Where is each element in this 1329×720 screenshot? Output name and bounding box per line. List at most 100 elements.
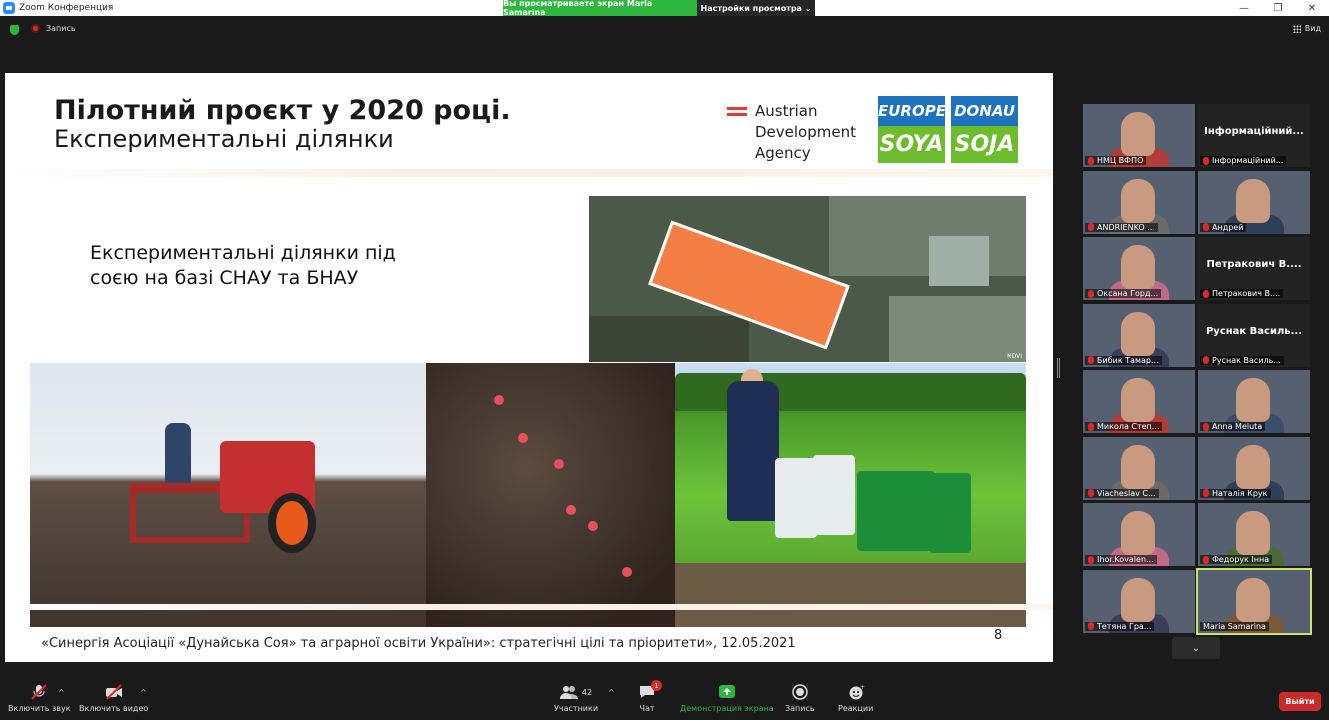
participant-tile[interactable]: Руснак Василь... Руснак Василь... [1198,303,1310,367]
chat-button[interactable]: 1 Чат [638,680,662,713]
share-screen-icon [718,685,735,698]
view-label: Вид [1304,24,1321,33]
participants-button[interactable]: 42 Участники [554,684,598,713]
participant-name-label: Ihor.Kovalen... [1085,555,1157,564]
participant-tile[interactable]: Петракович В.... Петракович В.... [1198,237,1310,300]
participant-tile[interactable]: ANDRIENKO ... [1083,170,1195,234]
participant-display-name: Інформаційний... [1204,126,1304,137]
participant-video-feed [1121,112,1155,156]
security-shield-icon[interactable] [10,25,19,35]
muted-mic-icon [1088,289,1094,298]
chat-badge: 1 [651,680,662,691]
participant-name: Бибик Тамар... [1097,355,1159,365]
meeting-topbar: Запись Вид [0,16,1329,44]
participant-name: Anna Meluta [1212,422,1263,431]
chat-label: Чат [639,704,655,713]
participant-name-label: Руснак Василь... [1200,355,1284,365]
muted-mic-icon [31,684,47,700]
muted-mic-icon [1203,289,1209,298]
slide-title: Пілотний проєкт у 2020 році. [54,95,511,126]
muted-mic-icon [1203,156,1209,165]
leave-meeting-button[interactable]: Выйти [1279,692,1321,711]
participant-name-label: Андрей [1200,222,1247,232]
participants-options-caret[interactable]: ^ [608,688,615,697]
slide-body-text: Експериментальні ділянки під соєю на баз… [90,242,396,289]
view-options-button[interactable]: Настройки просмотра ⌄ [697,0,815,16]
video-off-icon [105,684,122,700]
aerial-field-image: NDVI [589,196,1026,362]
start-video-button[interactable]: Включить видео [79,684,148,713]
minimize-icon[interactable]: — [1227,0,1261,16]
record-icon [792,684,808,700]
close-icon[interactable]: ✕ [1295,0,1329,16]
donau-soja-logo: DONAU SOJA [951,96,1018,163]
reactions-smiley-icon: + [849,684,865,700]
muted-mic-icon [1203,356,1209,364]
participant-name: Федорук Інна [1212,555,1270,564]
reactions-button[interactable]: + Реакции [838,684,873,713]
participant-tile[interactable]: Наталія Крук [1198,436,1310,500]
slide-footer: «Синергія Асоціації «Дунайська Соя» та а… [41,636,796,651]
meeting-toolbar: Включить звук ^ Включить видео ^ 42 Учас… [0,680,1329,720]
muted-mic-icon [1088,555,1094,564]
audio-options-caret[interactable]: ^ [58,688,65,697]
participant-tile[interactable]: Бибик Тамар... [1083,303,1195,367]
participant-tile[interactable]: Микола Степ... [1083,370,1195,433]
participant-tile[interactable]: Федорук Інна [1198,503,1310,566]
share-banner: Вы просматриваете экран Maria Samarina Н… [503,0,815,17]
muted-mic-icon [1088,156,1094,165]
participant-name: НМЦ ВФПО [1097,156,1144,165]
participant-name: Петракович В.... [1212,289,1281,298]
participant-name-label: Viacheslav C... [1085,488,1159,498]
participant-video-feed [1121,444,1155,489]
record-button[interactable]: Запись [785,684,815,713]
participant-display-name: Петракович В.... [1206,259,1302,270]
restore-icon[interactable]: ❐ [1261,0,1295,16]
participant-video-feed [1121,577,1155,622]
participant-name: Ihor.Kovalen... [1097,555,1154,564]
ada-line: Austrian [755,102,818,120]
video-options-caret[interactable]: ^ [140,688,147,697]
participant-tile[interactable]: Maria Samarina [1196,567,1312,635]
grid-icon [1292,24,1301,33]
austria-flag-icon [727,107,747,116]
participant-tile[interactable]: Андрей [1198,170,1310,234]
next-page-chevron-icon[interactable]: ⌄ [1172,637,1220,659]
participant-tile[interactable]: Anna Meluta [1198,370,1310,433]
participant-tile[interactable]: Viacheslav C... [1083,436,1195,500]
view-button[interactable]: Вид [1292,24,1321,33]
participant-tile[interactable]: Тетяна Гра... [1083,569,1195,633]
muted-mic-icon [1088,422,1094,431]
participant-tile[interactable]: Оксана Горд... [1083,237,1195,300]
participant-name-label: Петракович В.... [1200,289,1284,298]
slide-subtitle: Експериментальні ділянки [54,125,394,153]
participant-name-label: Федорук Інна [1200,555,1273,564]
participants-label: Участники [554,704,599,713]
panel-resize-handle[interactable] [1057,358,1060,378]
recording-indicator[interactable]: Запись [31,24,76,33]
participant-name: Микола Степ... [1097,422,1160,431]
record-icon [31,24,40,33]
participant-video-feed [1121,378,1155,422]
share-screen-button[interactable]: Демонстрация экрана [680,684,774,713]
participant-video-feed [1121,311,1155,356]
participant-name-label: Інформаційний... [1200,156,1287,165]
austrian-development-agency-logo: Austrian Development Agency [727,101,856,164]
muted-mic-icon [1203,555,1209,564]
participant-name-label: Maria Samarina [1200,621,1269,631]
participant-name-label: НМЦ ВФПО [1085,156,1147,165]
ada-line: Agency [755,144,811,162]
slide-bottom-divider [5,604,1053,610]
participant-name-label: ANDRIENKO ... [1085,222,1158,232]
muted-mic-icon [1203,422,1209,431]
muted-mic-icon [1088,223,1094,231]
participant-tile[interactable]: Ihor.Kovalen... [1083,503,1195,566]
participant-name: Наталія Крук [1212,488,1268,498]
participant-video-feed [1236,511,1270,555]
participant-tile[interactable]: НМЦ ВФПО [1083,104,1195,167]
participant-name-label: Оксана Горд... [1085,289,1162,298]
participant-video-feed [1236,378,1270,422]
muted-mic-icon [1088,622,1094,630]
participant-tile[interactable]: Інформаційний... Інформаційний... [1198,104,1310,167]
participant-name: Maria Samarina [1203,621,1266,631]
